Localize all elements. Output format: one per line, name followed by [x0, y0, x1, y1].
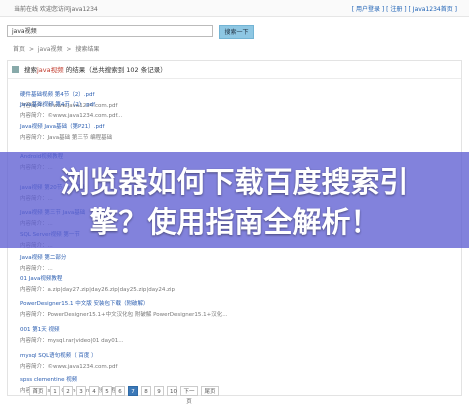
- result-item: 01 Java视频教程 内容简介：a.zip|day27.zip|day26.zi…: [20, 274, 340, 293]
- search-bar: java视频 搜索一下: [7, 25, 254, 39]
- pagination-button[interactable]: 1: [50, 386, 60, 396]
- breadcrumb-current: 搜索结果: [75, 46, 100, 53]
- search-button[interactable]: 搜索一下: [219, 25, 254, 39]
- breadcrumb: 首页 > java视频 > 搜索结果: [13, 44, 101, 53]
- pagination-button[interactable]: 4: [89, 386, 99, 396]
- pagination-button[interactable]: 8: [141, 386, 151, 396]
- pagination-button[interactable]: 尾页: [201, 386, 219, 396]
- pagination-button[interactable]: 下一页: [180, 386, 198, 405]
- results-header-suffix: 的结果（总共搜索到 102 条记录）: [63, 66, 167, 74]
- results-header: 搜索java视频 的结果（总共搜索到 102 条记录）: [8, 61, 461, 79]
- pagination-button[interactable]: 3: [76, 386, 86, 396]
- result-title-link[interactable]: 01 Java视频教程: [20, 274, 340, 282]
- result-item: Java视频 第二部分 内容简介：...: [20, 253, 340, 272]
- breadcrumb-separator: >: [28, 46, 34, 53]
- result-title-link[interactable]: 001 第1天 视频: [20, 325, 340, 333]
- search-input[interactable]: java视频: [7, 25, 213, 37]
- result-description: 内容简介：©www.java1234.com.pdf...: [20, 113, 123, 119]
- pagination-button[interactable]: 10: [167, 386, 177, 396]
- top-bar-welcome: 当前在线 欢迎您访问java1234: [14, 6, 98, 13]
- top-bar-links[interactable]: [ 用户登录 ] [ 注册 ] [ Java1234首页 ]: [352, 4, 457, 13]
- result-title-link[interactable]: PowerDesigner15.1 中文版 安装包下载（附破解）: [20, 299, 340, 307]
- result-title-link[interactable]: 硬件基础视频 第4节（2）.pdf: [20, 90, 340, 98]
- breadcrumb-section[interactable]: java视频: [38, 46, 63, 53]
- pagination-button[interactable]: 7: [128, 386, 138, 396]
- result-title-link[interactable]: Java视频 Java基础（第P21）.pdf: [20, 122, 340, 130]
- result-description: 内容简介：...: [20, 266, 53, 272]
- result-item: mysql SQL语句视频（ 百度 ） 内容简介：©www.java1234.co…: [20, 351, 340, 370]
- pagination-button[interactable]: 首页: [29, 386, 47, 396]
- result-item: Java视频 Java基础（第P21）.pdf 内容简介：Java基础 第三节 编…: [20, 122, 340, 141]
- headline-line-1: 浏览器如何下载百度搜索引: [60, 165, 409, 199]
- result-description: 内容简介：PowerDesigner15.1+中文汉化包 附破解 PowerDe…: [20, 312, 228, 318]
- results-header-keyword: java视频: [37, 66, 64, 74]
- result-item: 001 第1天 视频 内容简介：mysql.rar|video|01 day01.…: [20, 325, 340, 344]
- pagination-button[interactable]: 2: [63, 386, 73, 396]
- result-title-link[interactable]: Java视频 第二部分: [20, 253, 340, 261]
- result-title-link[interactable]: mysql SQL语句视频（ 百度 ）: [20, 351, 340, 359]
- results-header-prefix: 搜索: [24, 66, 37, 74]
- breadcrumb-home[interactable]: 首页: [13, 46, 25, 53]
- pagination-button[interactable]: 6: [115, 386, 125, 396]
- result-description: 内容简介：©www.java1234.com.pdf: [20, 364, 118, 370]
- top-bar: 当前在线 欢迎您访问java1234 [ 用户登录 ] [ 注册 ] [ Jav…: [0, 0, 469, 17]
- result-item: PowerDesigner15.1 中文版 安装包下载（附破解） 内容简介：Pow…: [20, 299, 340, 318]
- result-description: 内容简介：mysql.rar|video|01 day01...: [20, 338, 124, 344]
- headline-line-2: 擎？使用指南全解析！: [89, 205, 380, 239]
- breadcrumb-separator: >: [66, 46, 72, 53]
- pagination-button[interactable]: 9: [154, 386, 164, 396]
- search-results-icon: [12, 66, 19, 73]
- result-title-link[interactable]: Java基础视频 第4节（2）.pdf: [20, 100, 340, 108]
- result-title-link[interactable]: spss clementine 视频: [20, 375, 340, 383]
- pagination-button[interactable]: 5: [102, 386, 112, 396]
- headline: 浏览器如何下载百度搜索引 擎？使用指南全解析！: [0, 162, 469, 242]
- result-description: 内容简介：Java基础 第三节 编程基础: [20, 135, 113, 141]
- result-item: Java基础视频 第4节（2）.pdf 内容简介：©www.java1234.co…: [20, 100, 340, 119]
- result-description: 内容简介：a.zip|day27.zip|day26.zip|day25.zip…: [20, 287, 176, 293]
